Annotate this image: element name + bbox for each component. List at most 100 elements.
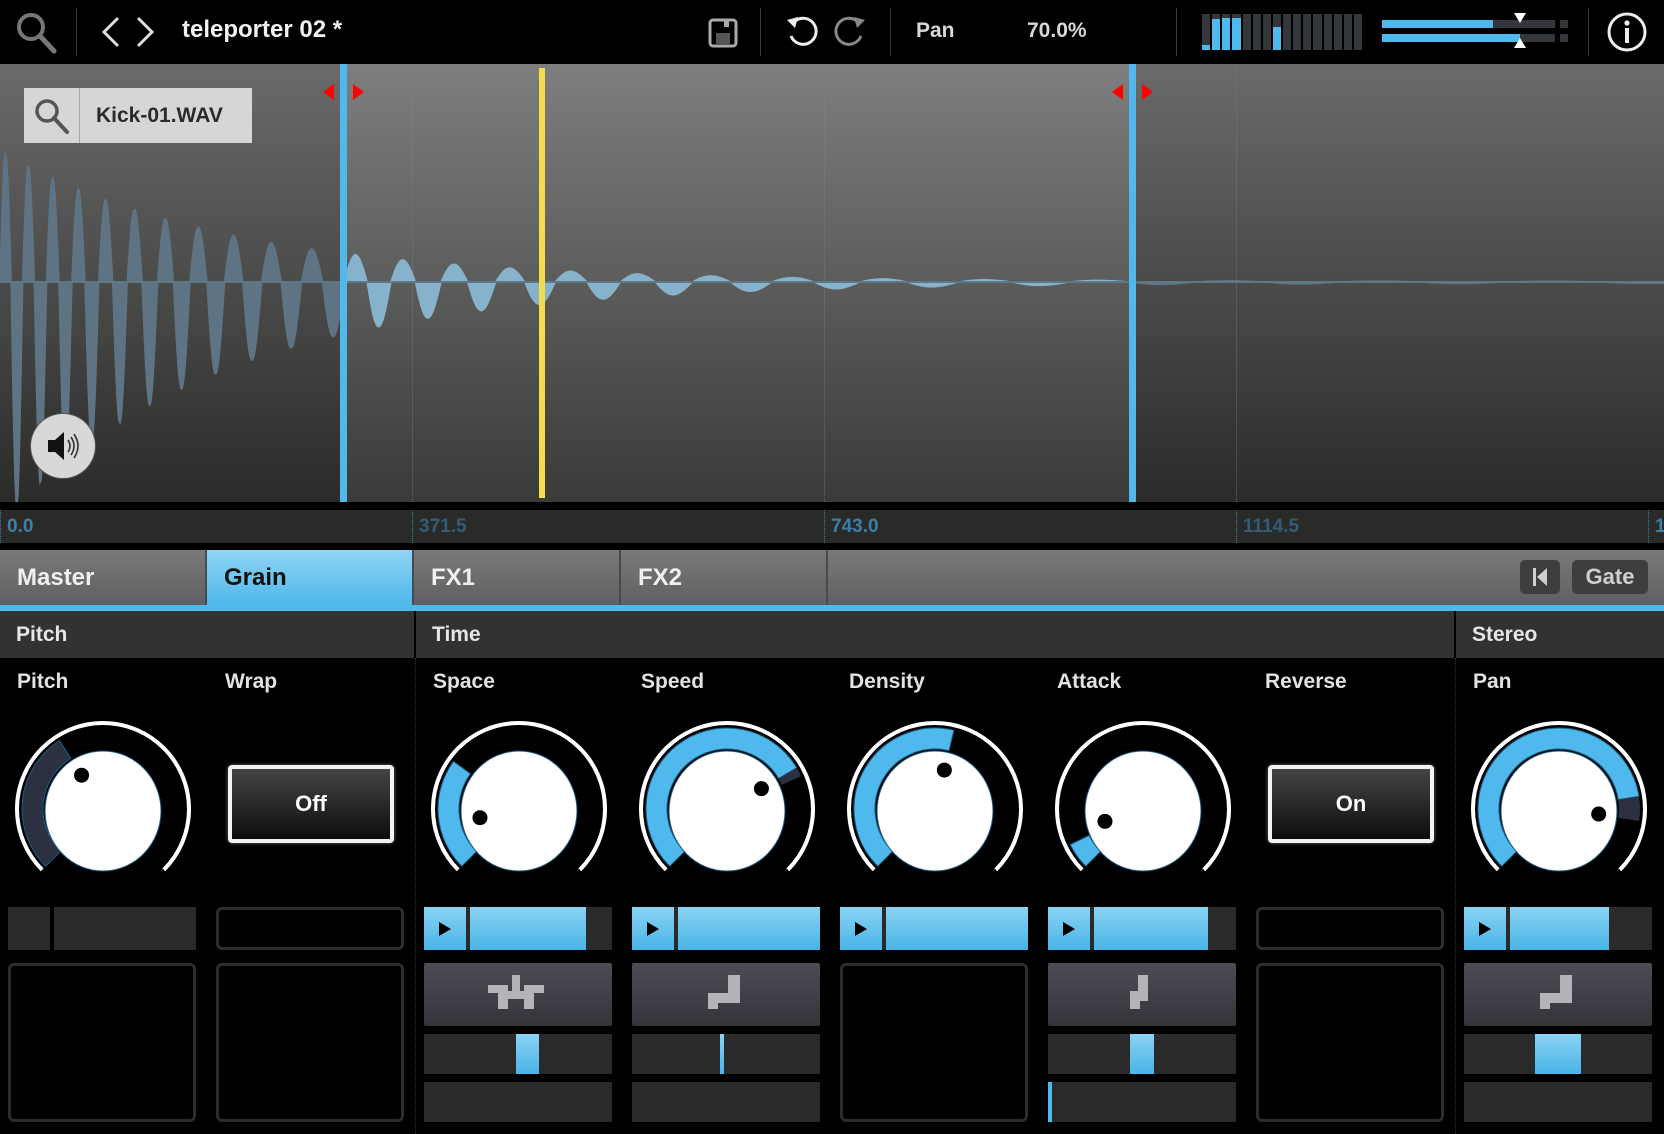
mod-play-button[interactable] bbox=[424, 907, 466, 950]
search-icon[interactable] bbox=[14, 10, 60, 56]
slider-marker-down[interactable] bbox=[1514, 13, 1527, 23]
param-label-pan: Pan bbox=[1473, 670, 1512, 693]
knob-attack[interactable] bbox=[1050, 716, 1236, 902]
meter-bar bbox=[1343, 14, 1352, 50]
redo-icon[interactable] bbox=[832, 14, 868, 50]
meter-bar bbox=[1303, 14, 1312, 50]
mod-amount-slider[interactable] bbox=[632, 1082, 820, 1122]
volume-slider-bottom[interactable] bbox=[1382, 34, 1555, 42]
skip-back-icon bbox=[1533, 568, 1547, 586]
tick bbox=[1236, 510, 1237, 543]
mod-play-button[interactable] bbox=[1464, 907, 1506, 950]
knob-indicator bbox=[1591, 806, 1607, 822]
tab-fx1[interactable]: FX1 bbox=[414, 550, 621, 605]
mod-depth-bar[interactable] bbox=[424, 907, 612, 950]
mod-depth-fill bbox=[886, 907, 1028, 950]
mod-position-slider[interactable] bbox=[424, 1034, 612, 1074]
mod-amount-slider[interactable] bbox=[424, 1082, 612, 1122]
reset-button[interactable] bbox=[1520, 560, 1560, 594]
knob-cap bbox=[876, 750, 994, 872]
tick bbox=[0, 510, 1, 543]
chevron-right-icon[interactable] bbox=[132, 14, 160, 50]
mod-depth-bar[interactable] bbox=[1048, 907, 1236, 950]
sample-browser-button[interactable]: Kick-01.WAV bbox=[24, 88, 252, 143]
info-icon[interactable] bbox=[1605, 10, 1649, 54]
meter-bar bbox=[1283, 14, 1292, 50]
play-icon bbox=[855, 921, 867, 936]
timeline-ruler[interactable]: 0.0 371.5 743.0 1114.5 1 bbox=[0, 510, 1664, 543]
param-label-pitch: Pitch bbox=[17, 670, 69, 693]
mod-amount-slider[interactable] bbox=[1464, 1082, 1652, 1122]
mod-play-button[interactable] bbox=[840, 907, 882, 950]
meter-bar bbox=[1212, 14, 1221, 50]
loop-start-left-arrow[interactable] bbox=[322, 84, 334, 100]
param-label-wrap: Wrap bbox=[225, 670, 278, 693]
waveform-view[interactable]: Kick-01.WAV bbox=[0, 64, 1664, 502]
param-label-density: Density bbox=[849, 670, 925, 693]
mod-depth-bar[interactable] bbox=[840, 907, 1028, 950]
mod-shape-button[interactable] bbox=[1464, 963, 1652, 1026]
volume-slider-top[interactable] bbox=[1382, 20, 1555, 28]
meter-bar bbox=[1293, 14, 1302, 50]
sample-file-name: Kick-01.WAV bbox=[96, 103, 223, 127]
meter-bar bbox=[1242, 14, 1251, 50]
meter-bar-fill bbox=[1272, 26, 1281, 50]
mod-depth-fill bbox=[1510, 907, 1610, 950]
meter-bar bbox=[1252, 14, 1261, 50]
chevron-left-icon[interactable] bbox=[96, 14, 124, 50]
mod-source-slot[interactable] bbox=[8, 907, 196, 950]
mod-play-button[interactable] bbox=[632, 907, 674, 950]
top-toolbar: teleporter 02 * Pan 70.0% bbox=[0, 0, 1664, 64]
mod-depth-bar[interactable] bbox=[1464, 907, 1652, 950]
mod-empty-slot[interactable] bbox=[1256, 963, 1444, 1122]
tab-fx2[interactable]: FX2 bbox=[621, 550, 828, 605]
mod-empty-slot[interactable] bbox=[840, 963, 1028, 1122]
mod-play-button[interactable] bbox=[1048, 907, 1090, 950]
divider bbox=[1588, 8, 1589, 56]
slider-end-cap bbox=[1560, 34, 1568, 42]
knob-density[interactable] bbox=[842, 716, 1028, 902]
play-icon bbox=[647, 921, 659, 936]
mod-empty-slot[interactable] bbox=[8, 963, 196, 1122]
loop-start-marker[interactable] bbox=[339, 64, 347, 502]
meter-bar-fill bbox=[1202, 44, 1211, 50]
waveform-segment bbox=[342, 254, 1133, 328]
divider bbox=[890, 8, 891, 56]
knob-space[interactable] bbox=[426, 716, 612, 902]
knob-speed[interactable] bbox=[634, 716, 820, 902]
undo-icon[interactable] bbox=[784, 14, 820, 50]
mod-depth-bar[interactable] bbox=[632, 907, 820, 950]
loop-end-marker[interactable] bbox=[1128, 64, 1136, 502]
mod-shape-button[interactable] bbox=[1048, 963, 1236, 1026]
mod-empty-slot[interactable] bbox=[216, 963, 404, 1122]
preview-button[interactable] bbox=[31, 414, 95, 478]
tab-master[interactable]: Master bbox=[0, 550, 207, 605]
mod-position-slider[interactable] bbox=[632, 1034, 820, 1074]
tab-grain[interactable]: Grain bbox=[207, 550, 414, 605]
knob-pan[interactable] bbox=[1466, 716, 1652, 902]
loop-end-left-arrow[interactable] bbox=[1111, 84, 1123, 100]
mod-amount-slider[interactable] bbox=[1048, 1082, 1236, 1122]
meter-bar bbox=[1313, 14, 1322, 50]
loop-start-right-arrow[interactable] bbox=[352, 84, 364, 100]
param-label-speed: Speed bbox=[641, 670, 705, 693]
meter-bar bbox=[1323, 14, 1332, 50]
toggle-wrap[interactable]: Off bbox=[228, 765, 394, 843]
knob-pitch[interactable] bbox=[10, 716, 196, 902]
mod-depth-fill bbox=[470, 907, 587, 950]
mod-position-slider[interactable] bbox=[1048, 1034, 1236, 1074]
mod-position-slider[interactable] bbox=[1464, 1034, 1652, 1074]
slider-marker-up[interactable] bbox=[1514, 38, 1527, 48]
toggle-reverse[interactable]: On bbox=[1268, 765, 1434, 843]
speaker-icon bbox=[48, 432, 79, 460]
preset-title[interactable]: teleporter 02 * bbox=[182, 16, 342, 44]
save-icon[interactable] bbox=[708, 18, 738, 48]
mod-shape-button[interactable] bbox=[424, 963, 612, 1026]
gate-button[interactable]: Gate bbox=[1572, 560, 1648, 594]
mod-source-slot[interactable] bbox=[1256, 907, 1444, 950]
mod-source-slot[interactable] bbox=[216, 907, 404, 950]
mod-position-fill bbox=[1535, 1034, 1581, 1074]
loop-end-right-arrow[interactable] bbox=[1141, 84, 1153, 100]
mod-depth-fill bbox=[678, 907, 820, 950]
mod-shape-button[interactable] bbox=[632, 963, 820, 1026]
